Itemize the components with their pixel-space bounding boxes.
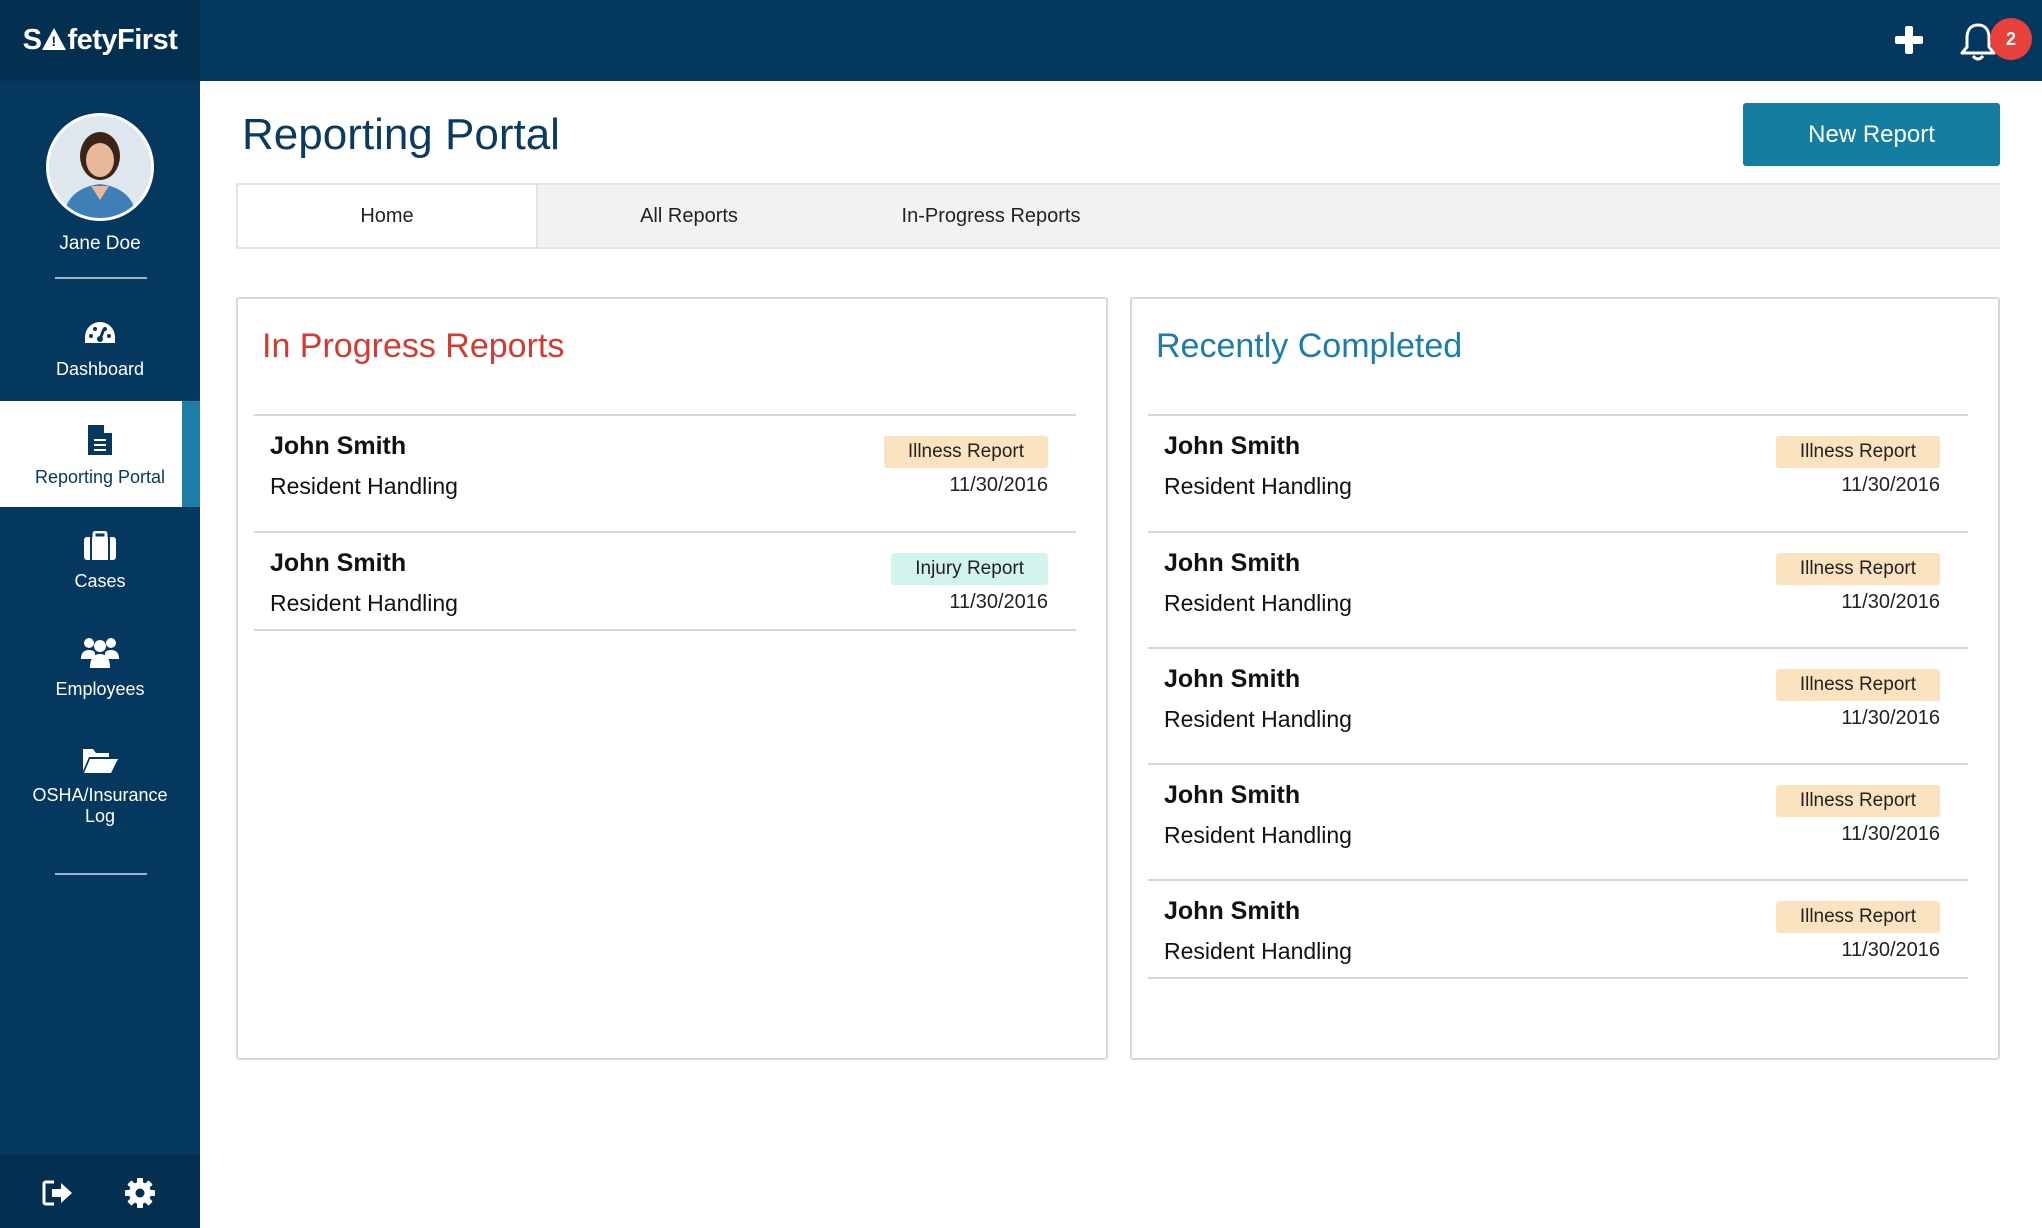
report-row[interactable]: John Smith Resident Handling Illness Rep…: [1148, 879, 1968, 979]
sign-out-icon[interactable]: [42, 1179, 74, 1207]
employee-name: John Smith: [270, 432, 407, 460]
report-type-badge: Illness Report: [1775, 901, 1940, 933]
plus-icon[interactable]: [1893, 24, 1925, 56]
report-row[interactable]: John Smith Resident Handling Injury Repo…: [254, 531, 1076, 631]
logo-block: SfetyFirst: [0, 0, 200, 81]
briefcase-icon: [84, 531, 116, 560]
employee-name: John Smith: [1164, 665, 1301, 693]
report-date: 11/30/2016: [949, 591, 1048, 613]
report-row[interactable]: John Smith Resident Handling Illness Rep…: [1148, 647, 1968, 751]
sidebar-item-label-line2: Log: [84, 806, 116, 826]
employee-name: John Smith: [1164, 549, 1301, 577]
report-row[interactable]: John Smith Resident Handling Illness Rep…: [254, 414, 1076, 518]
sidebar-footer: [0, 1155, 200, 1228]
page-title: Reporting Portal: [242, 110, 560, 159]
report-type-badge: Injury Report: [891, 553, 1048, 585]
department: Resident Handling: [1164, 938, 1352, 964]
avatar[interactable]: [46, 113, 154, 221]
employee-name: John Smith: [270, 549, 407, 577]
sidebar-divider: [55, 873, 147, 875]
tab-all-reports[interactable]: All Reports: [538, 185, 840, 247]
sidebar-divider: [55, 277, 147, 279]
logo-text-start: S: [22, 24, 42, 56]
sidebar-item-label: Dashboard: [55, 359, 145, 379]
sidebar-item-label: Employees: [55, 679, 145, 699]
report-date: 11/30/2016: [1841, 474, 1940, 496]
document-icon: [88, 425, 112, 455]
gear-icon[interactable]: [124, 1177, 156, 1209]
report-date: 11/30/2016: [1841, 823, 1940, 845]
recently-completed-panel: Recently Completed John Smith Resident H…: [1130, 297, 2000, 1060]
report-row[interactable]: John Smith Resident Handling Illness Rep…: [1148, 414, 1968, 518]
report-type-badge: Illness Report: [1775, 669, 1940, 701]
report-type-badge: Illness Report: [883, 436, 1048, 468]
report-type-badge: Illness Report: [1775, 553, 1940, 585]
report-date: 11/30/2016: [1841, 939, 1940, 961]
notification-badge[interactable]: 2: [1990, 18, 2032, 60]
report-date: 11/30/2016: [1841, 591, 1940, 613]
folder-open-icon: [83, 749, 118, 773]
report-row[interactable]: John Smith Resident Handling Illness Rep…: [1148, 531, 1968, 635]
warning-triangle-icon: [42, 28, 67, 50]
panel-title: Recently Completed: [1156, 327, 1463, 365]
sidebar-item-osha-log[interactable]: OSHA/Insurance Log: [0, 745, 200, 827]
top-bar: SfetyFirst 2: [0, 0, 2042, 81]
active-indicator: [182, 401, 200, 507]
sidebar-item-label: Reporting Portal: [34, 467, 166, 487]
report-date: 11/30/2016: [949, 474, 1048, 496]
new-report-button[interactable]: New Report: [1743, 103, 2000, 166]
sidebar-item-cases[interactable]: Cases: [0, 531, 200, 592]
tab-home[interactable]: Home: [236, 185, 538, 247]
sidebar-item-reporting-portal[interactable]: Reporting Portal: [0, 401, 200, 507]
department: Resident Handling: [270, 473, 458, 499]
in-progress-panel: In Progress Reports John Smith Resident …: [236, 297, 1108, 1060]
department: Resident Handling: [270, 590, 458, 616]
sidebar-item-employees[interactable]: Employees: [0, 635, 200, 700]
department: Resident Handling: [1164, 822, 1352, 848]
report-type-badge: Illness Report: [1775, 785, 1940, 817]
sidebar-item-label: Cases: [74, 571, 126, 591]
users-icon: [81, 638, 119, 668]
sidebar: Jane Doe Dashboard Reporting Portal Case…: [0, 81, 200, 1228]
tab-bar: Home All Reports In-Progress Reports: [236, 183, 2000, 249]
logo-text-end: fetyFirst: [67, 24, 178, 56]
user-name[interactable]: Jane Doe: [0, 233, 200, 255]
report-type-badge: Illness Report: [1775, 436, 1940, 468]
department: Resident Handling: [1164, 473, 1352, 499]
panel-title: In Progress Reports: [262, 327, 565, 365]
report-date: 11/30/2016: [1841, 707, 1940, 729]
sidebar-item-label: OSHA/Insurance: [32, 785, 168, 805]
department: Resident Handling: [1164, 590, 1352, 616]
sidebar-item-dashboard[interactable]: Dashboard: [0, 319, 200, 380]
employee-name: John Smith: [1164, 781, 1301, 809]
speedometer-icon: [85, 322, 115, 343]
report-row[interactable]: John Smith Resident Handling Illness Rep…: [1148, 763, 1968, 867]
tab-in-progress-reports[interactable]: In-Progress Reports: [840, 185, 1142, 247]
user-photo: [49, 116, 151, 218]
app-logo[interactable]: SfetyFirst: [23, 24, 178, 57]
department: Resident Handling: [1164, 706, 1352, 732]
employee-name: John Smith: [1164, 897, 1301, 925]
employee-name: John Smith: [1164, 432, 1301, 460]
